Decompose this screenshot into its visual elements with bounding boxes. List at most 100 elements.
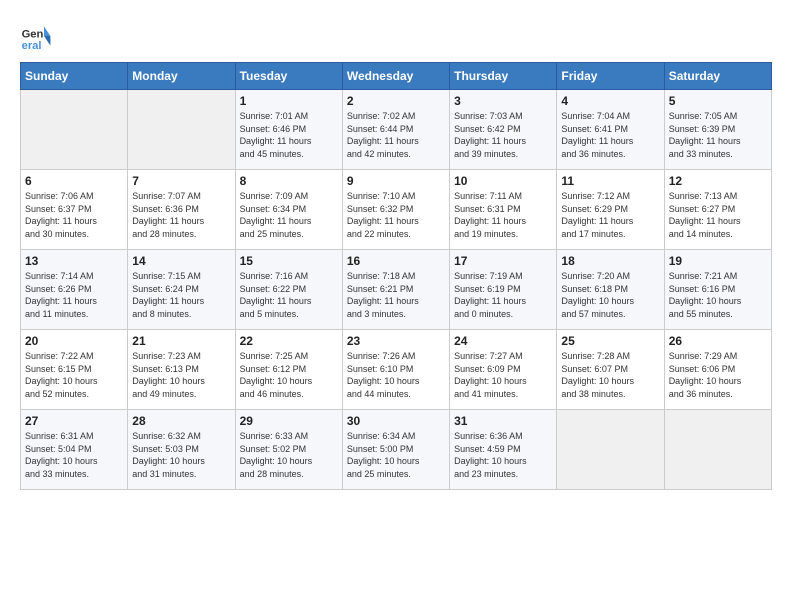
day-number: 21 xyxy=(132,334,230,348)
day-info: Sunrise: 7:15 AM Sunset: 6:24 PM Dayligh… xyxy=(132,270,230,320)
day-number: 6 xyxy=(25,174,123,188)
day-info: Sunrise: 7:07 AM Sunset: 6:36 PM Dayligh… xyxy=(132,190,230,240)
calendar-cell: 12 Sunrise: 7:13 AM Sunset: 6:27 PM Dayli… xyxy=(664,170,771,250)
day-info: Sunrise: 7:27 AM Sunset: 6:09 PM Dayligh… xyxy=(454,350,552,400)
calendar-cell: 19 Sunrise: 7:21 AM Sunset: 6:16 PM Dayli… xyxy=(664,250,771,330)
weekday-header-monday: Monday xyxy=(128,63,235,90)
day-info: Sunrise: 7:12 AM Sunset: 6:29 PM Dayligh… xyxy=(561,190,659,240)
day-number: 14 xyxy=(132,254,230,268)
calendar-cell: 9 Sunrise: 7:10 AM Sunset: 6:32 PM Daylig… xyxy=(342,170,449,250)
calendar-cell: 20Sunrise: 7:22 AM Sunset: 6:15 PM Dayli… xyxy=(21,330,128,410)
day-number: 17 xyxy=(454,254,552,268)
calendar-cell xyxy=(664,410,771,490)
day-info: Sunrise: 7:14 AM Sunset: 6:26 PM Dayligh… xyxy=(25,270,123,320)
day-number: 2 xyxy=(347,94,445,108)
day-info: Sunrise: 7:26 AM Sunset: 6:10 PM Dayligh… xyxy=(347,350,445,400)
day-number: 26 xyxy=(669,334,767,348)
day-info: Sunrise: 7:28 AM Sunset: 6:07 PM Dayligh… xyxy=(561,350,659,400)
calendar-cell xyxy=(557,410,664,490)
day-info: Sunrise: 7:21 AM Sunset: 6:16 PM Dayligh… xyxy=(669,270,767,320)
day-info: Sunrise: 6:34 AM Sunset: 5:00 PM Dayligh… xyxy=(347,430,445,480)
calendar-cell: 21Sunrise: 7:23 AM Sunset: 6:13 PM Dayli… xyxy=(128,330,235,410)
calendar-cell: 14 Sunrise: 7:15 AM Sunset: 6:24 PM Dayli… xyxy=(128,250,235,330)
day-info: Sunrise: 7:25 AM Sunset: 6:12 PM Dayligh… xyxy=(240,350,338,400)
calendar-cell: 31 Sunrise: 6:36 AM Sunset: 4:59 PM Dayli… xyxy=(450,410,557,490)
day-info: Sunrise: 7:16 AM Sunset: 6:22 PM Dayligh… xyxy=(240,270,338,320)
weekday-header-sunday: Sunday xyxy=(21,63,128,90)
day-number: 8 xyxy=(240,174,338,188)
day-info: Sunrise: 7:02 AM Sunset: 6:44 PM Dayligh… xyxy=(347,110,445,160)
day-info: Sunrise: 7:01 AM Sunset: 6:46 PM Dayligh… xyxy=(240,110,338,160)
day-number: 19 xyxy=(669,254,767,268)
day-info: Sunrise: 7:20 AM Sunset: 6:18 PM Dayligh… xyxy=(561,270,659,320)
logo-icon: Gen eral xyxy=(20,20,52,52)
calendar-cell: 5Sunrise: 7:05 AM Sunset: 6:39 PM Daylig… xyxy=(664,90,771,170)
svg-text:Gen: Gen xyxy=(22,29,44,41)
day-info: Sunrise: 7:03 AM Sunset: 6:42 PM Dayligh… xyxy=(454,110,552,160)
day-number: 28 xyxy=(132,414,230,428)
calendar-week-5: 27 Sunrise: 6:31 AM Sunset: 5:04 PM Dayli… xyxy=(21,410,772,490)
day-info: Sunrise: 7:10 AM Sunset: 6:32 PM Dayligh… xyxy=(347,190,445,240)
day-info: Sunrise: 7:11 AM Sunset: 6:31 PM Dayligh… xyxy=(454,190,552,240)
svg-text:eral: eral xyxy=(22,40,42,52)
calendar-cell: 18 Sunrise: 7:20 AM Sunset: 6:18 PM Dayli… xyxy=(557,250,664,330)
calendar-cell: 29Sunrise: 6:33 AM Sunset: 5:02 PM Dayli… xyxy=(235,410,342,490)
day-info: Sunrise: 6:31 AM Sunset: 5:04 PM Dayligh… xyxy=(25,430,123,480)
day-number: 15 xyxy=(240,254,338,268)
logo: Gen eral xyxy=(20,20,56,52)
weekday-header-tuesday: Tuesday xyxy=(235,63,342,90)
calendar-week-4: 20Sunrise: 7:22 AM Sunset: 6:15 PM Dayli… xyxy=(21,330,772,410)
day-number: 18 xyxy=(561,254,659,268)
day-number: 12 xyxy=(669,174,767,188)
calendar-cell: 11 Sunrise: 7:12 AM Sunset: 6:29 PM Dayli… xyxy=(557,170,664,250)
weekday-header-friday: Friday xyxy=(557,63,664,90)
calendar-cell: 27 Sunrise: 6:31 AM Sunset: 5:04 PM Dayli… xyxy=(21,410,128,490)
day-number: 3 xyxy=(454,94,552,108)
calendar-cell: 13Sunrise: 7:14 AM Sunset: 6:26 PM Dayli… xyxy=(21,250,128,330)
day-info: Sunrise: 7:13 AM Sunset: 6:27 PM Dayligh… xyxy=(669,190,767,240)
day-info: Sunrise: 7:19 AM Sunset: 6:19 PM Dayligh… xyxy=(454,270,552,320)
day-number: 11 xyxy=(561,174,659,188)
day-info: Sunrise: 7:04 AM Sunset: 6:41 PM Dayligh… xyxy=(561,110,659,160)
calendar-cell: 17 Sunrise: 7:19 AM Sunset: 6:19 PM Dayli… xyxy=(450,250,557,330)
day-number: 7 xyxy=(132,174,230,188)
calendar-body: 1 Sunrise: 7:01 AM Sunset: 6:46 PM Daylig… xyxy=(21,90,772,490)
day-number: 1 xyxy=(240,94,338,108)
day-number: 10 xyxy=(454,174,552,188)
calendar-cell: 6 Sunrise: 7:06 AM Sunset: 6:37 PM Daylig… xyxy=(21,170,128,250)
calendar-week-1: 1 Sunrise: 7:01 AM Sunset: 6:46 PM Daylig… xyxy=(21,90,772,170)
day-number: 24 xyxy=(454,334,552,348)
day-info: Sunrise: 7:05 AM Sunset: 6:39 PM Dayligh… xyxy=(669,110,767,160)
calendar-week-2: 6 Sunrise: 7:06 AM Sunset: 6:37 PM Daylig… xyxy=(21,170,772,250)
calendar-cell xyxy=(128,90,235,170)
day-number: 31 xyxy=(454,414,552,428)
calendar-cell: 16 Sunrise: 7:18 AM Sunset: 6:21 PM Dayli… xyxy=(342,250,449,330)
calendar-cell: 30Sunrise: 6:34 AM Sunset: 5:00 PM Dayli… xyxy=(342,410,449,490)
calendar-cell: 8Sunrise: 7:09 AM Sunset: 6:34 PM Daylig… xyxy=(235,170,342,250)
calendar-week-3: 13Sunrise: 7:14 AM Sunset: 6:26 PM Dayli… xyxy=(21,250,772,330)
day-number: 16 xyxy=(347,254,445,268)
day-number: 27 xyxy=(25,414,123,428)
calendar-cell: 25Sunrise: 7:28 AM Sunset: 6:07 PM Dayli… xyxy=(557,330,664,410)
weekday-header-wednesday: Wednesday xyxy=(342,63,449,90)
calendar-cell: 24 Sunrise: 7:27 AM Sunset: 6:09 PM Dayli… xyxy=(450,330,557,410)
calendar-cell: 1 Sunrise: 7:01 AM Sunset: 6:46 PM Daylig… xyxy=(235,90,342,170)
calendar-cell: 10 Sunrise: 7:11 AM Sunset: 6:31 PM Dayli… xyxy=(450,170,557,250)
day-number: 23 xyxy=(347,334,445,348)
weekday-header-thursday: Thursday xyxy=(450,63,557,90)
calendar-cell: 22 Sunrise: 7:25 AM Sunset: 6:12 PM Dayli… xyxy=(235,330,342,410)
day-info: Sunrise: 6:32 AM Sunset: 5:03 PM Dayligh… xyxy=(132,430,230,480)
calendar-cell: 7 Sunrise: 7:07 AM Sunset: 6:36 PM Daylig… xyxy=(128,170,235,250)
day-info: Sunrise: 7:18 AM Sunset: 6:21 PM Dayligh… xyxy=(347,270,445,320)
calendar-header-row: SundayMondayTuesdayWednesdayThursdayFrid… xyxy=(21,63,772,90)
day-info: Sunrise: 7:06 AM Sunset: 6:37 PM Dayligh… xyxy=(25,190,123,240)
day-number: 29 xyxy=(240,414,338,428)
day-number: 9 xyxy=(347,174,445,188)
calendar-cell: 4Sunrise: 7:04 AM Sunset: 6:41 PM Daylig… xyxy=(557,90,664,170)
day-number: 22 xyxy=(240,334,338,348)
day-info: Sunrise: 7:29 AM Sunset: 6:06 PM Dayligh… xyxy=(669,350,767,400)
calendar-cell: 3 Sunrise: 7:03 AM Sunset: 6:42 PM Daylig… xyxy=(450,90,557,170)
calendar-cell: 23 Sunrise: 7:26 AM Sunset: 6:10 PM Dayli… xyxy=(342,330,449,410)
day-info: Sunrise: 6:36 AM Sunset: 4:59 PM Dayligh… xyxy=(454,430,552,480)
page-header: Gen eral xyxy=(20,20,772,52)
